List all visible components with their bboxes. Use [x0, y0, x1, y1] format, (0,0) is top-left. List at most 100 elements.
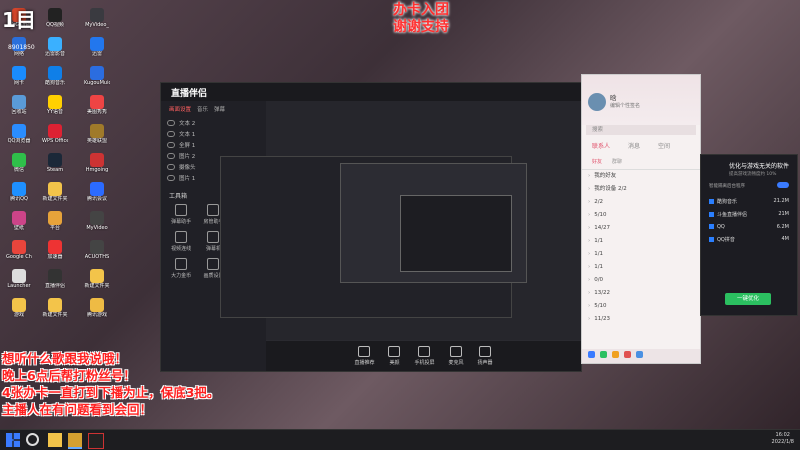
app-icon [90, 182, 104, 196]
desktop-icon[interactable]: 游戏 [6, 298, 32, 318]
search-icon[interactable] [26, 433, 39, 446]
tab-danmu[interactable]: 弹幕 [214, 105, 225, 113]
checkbox[interactable] [709, 212, 714, 217]
optimize-button[interactable]: 一键优化 [725, 293, 771, 305]
eye-icon[interactable] [167, 164, 175, 170]
desktop-icon[interactable]: 加速器 [42, 240, 68, 260]
desktop-icon[interactable]: 腾讯游戏 [84, 298, 110, 318]
tool-icon [175, 231, 188, 243]
subtab-friends[interactable]: 好友 [592, 158, 602, 165]
desktop-icon[interactable]: 美图秀秀 [84, 95, 110, 115]
explorer-icon[interactable] [48, 433, 62, 447]
friend-group[interactable]: › 1/1 [582, 261, 700, 274]
tab-contacts[interactable]: 联系人 [592, 141, 610, 150]
eye-icon[interactable] [167, 131, 175, 137]
desktop-icon[interactable]: WPS Office [42, 124, 68, 144]
tab-messages[interactable]: 消息 [628, 141, 640, 150]
friend-group[interactable]: › 14/27 [582, 222, 700, 235]
desktop-icon[interactable]: 酷狗音乐 [42, 66, 68, 86]
optimizer-item[interactable]: 酷狗音乐 21.2M [701, 195, 797, 208]
friend-group[interactable]: › 2/2 [582, 196, 700, 209]
friend-group[interactable]: › 1/1 [582, 248, 700, 261]
tool-button[interactable]: 视频连线 [165, 231, 197, 252]
desktop-icon[interactable]: 网卡 [6, 66, 32, 86]
friend-group[interactable]: › 11/23 [582, 313, 700, 326]
tab-space[interactable]: 空间 [658, 141, 670, 150]
app-icon[interactable] [600, 351, 607, 358]
desktop-icon[interactable]: 平台 [42, 211, 68, 231]
avatar[interactable] [588, 93, 606, 111]
stream-app-icon[interactable] [88, 433, 104, 449]
tool-icon [207, 258, 220, 270]
start-icon[interactable] [6, 433, 20, 447]
desktop-icon[interactable]: ACUOTHS [84, 240, 110, 260]
bottom-button[interactable]: 直播推荐 [354, 346, 374, 366]
desktop-icon[interactable]: 直播伴侣 [42, 269, 68, 289]
bottom-button[interactable]: 美颜 [388, 346, 401, 366]
friend-group[interactable]: › 我的设备 2/2 [582, 183, 700, 196]
eye-icon[interactable] [167, 142, 175, 148]
desktop-icon[interactable]: 新建文件夹 [84, 269, 110, 289]
desktop-icon[interactable]: 壁纸 [6, 211, 32, 231]
room-id: 8901850 [8, 44, 35, 51]
desktop-icon[interactable]: 腾讯会议 [84, 182, 110, 202]
source-item[interactable]: 文本 2 [167, 118, 260, 128]
desktop-icon[interactable]: 新建文件夹 [42, 182, 68, 202]
taskbar-app-icon[interactable] [68, 433, 82, 449]
friend-group[interactable]: › 5/10 [582, 209, 700, 222]
source-label: 文本 2 [179, 121, 196, 127]
friend-group[interactable]: › 13/22 [582, 287, 700, 300]
desktop-icon[interactable]: 英雄联盟 [84, 124, 110, 144]
friend-group[interactable]: › 我的好友 [582, 170, 700, 183]
bottom-button[interactable]: 手机投屏 [414, 346, 435, 366]
folder-icon[interactable] [612, 351, 619, 358]
isolate-toggle[interactable] [777, 182, 789, 188]
desktop-icon[interactable]: Steam [42, 153, 68, 173]
desktop-icon[interactable]: 腾讯QQ [6, 182, 32, 202]
checkbox[interactable] [709, 237, 714, 242]
tool-button[interactable]: 大力金币 [165, 258, 197, 279]
source-item[interactable]: 文本 1 [167, 129, 260, 139]
desktop-icon[interactable]: 迅雷 [84, 37, 110, 57]
optimizer-item[interactable]: QQ拼音 4M [701, 233, 797, 246]
chevron-right-icon: › [588, 173, 591, 179]
tab-scene[interactable]: 画面设置 [169, 105, 191, 113]
desktop-icon[interactable]: QQ浏览器 [6, 124, 32, 144]
source-item[interactable]: 全屏 1 [167, 140, 260, 150]
friend-group[interactable]: › 0/0 [582, 274, 700, 287]
mail-icon[interactable] [636, 351, 643, 358]
eye-icon[interactable] [167, 120, 175, 126]
desktop-icon[interactable]: Launcher [6, 269, 32, 289]
optimizer-item-name: QQ拼音 [717, 237, 735, 243]
bottom-button[interactable]: 麦克风 [449, 346, 464, 366]
optimizer-item[interactable]: QQ 6.2M [701, 221, 797, 233]
clock[interactable]: 16:02 2022/1/8 [772, 432, 794, 446]
qq-search-input[interactable]: 搜索 [586, 125, 696, 135]
app-title: 直播伴侣 [171, 89, 208, 99]
eye-icon[interactable] [167, 175, 175, 181]
qq-signature[interactable]: 编辑个性签名 [610, 102, 640, 109]
tab-music[interactable]: 音乐 [197, 105, 208, 113]
desktop-icon[interactable]: YY语音 [42, 95, 68, 115]
desktop-icon[interactable]: Hmgoing [84, 153, 110, 173]
desktop-icon[interactable]: 微信 [6, 153, 32, 173]
subtab-groups[interactable]: 群聊 [612, 158, 622, 165]
checkbox[interactable] [709, 224, 714, 229]
bottom-button[interactable]: 扬声器 [478, 346, 493, 366]
friend-group[interactable]: › 5/10 [582, 300, 700, 313]
desktop-icon[interactable]: 回收站 [6, 95, 32, 115]
friend-group[interactable]: › 1/1 [582, 235, 700, 248]
optimizer-item[interactable]: 斗鱼直播伴侣 21M [701, 208, 797, 221]
desktop-icon[interactable]: Google Chrome [6, 240, 32, 260]
game-icon[interactable] [624, 351, 631, 358]
app-icon [90, 211, 104, 225]
menu-icon[interactable] [588, 351, 595, 358]
checkbox[interactable] [709, 199, 714, 204]
desktop-icon[interactable]: 迅雷影音 [42, 37, 68, 57]
desktop-icon[interactable]: 新建文件夹 [42, 298, 68, 318]
tool-button[interactable]: 弹幕助手 [165, 204, 197, 225]
desktop-icon[interactable]: MyVideo [84, 211, 110, 231]
desktop-icon[interactable]: MyVideo_ [84, 8, 110, 28]
eye-icon[interactable] [167, 153, 175, 159]
desktop-icon[interactable]: KugouMuic [84, 66, 110, 86]
